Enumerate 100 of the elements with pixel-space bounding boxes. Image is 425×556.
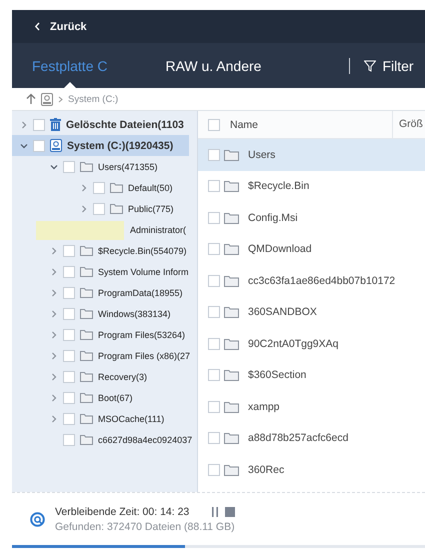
checkbox[interactable] <box>208 464 220 476</box>
file-row[interactable]: xampp <box>198 391 425 422</box>
checkbox[interactable] <box>93 202 105 214</box>
folder-icon <box>80 371 93 382</box>
file-name: a88d78b257acfc6ecd <box>248 432 348 444</box>
checkbox[interactable] <box>63 328 75 340</box>
tree-item[interactable]: Recovery(3) <box>12 366 197 387</box>
file-row[interactable]: Config.Msi <box>198 202 425 234</box>
tree-item[interactable]: c6627d98a4ec0924037 <box>12 429 197 450</box>
checkbox[interactable] <box>33 118 45 130</box>
checkbox[interactable] <box>208 432 220 444</box>
file-name: 360Rec <box>248 464 284 476</box>
file-row[interactable]: QMDownload <box>198 234 425 265</box>
checkbox[interactable] <box>208 180 220 192</box>
file-row[interactable]: Users <box>198 139 425 170</box>
checkbox[interactable] <box>63 286 75 298</box>
checkbox[interactable] <box>63 412 75 424</box>
chevron-icon[interactable] <box>50 414 58 422</box>
back-button[interactable]: Zurück <box>34 20 87 32</box>
pause-icon[interactable] <box>211 506 220 516</box>
checkbox[interactable] <box>208 212 220 224</box>
chevron-icon[interactable] <box>20 142 28 150</box>
file-row[interactable]: 360SANDBOX <box>198 296 425 328</box>
select-all-checkbox[interactable] <box>208 118 220 130</box>
tree-item[interactable]: Program Files(53264) <box>12 324 197 345</box>
file-name: $Recycle.Bin <box>248 180 310 192</box>
checkbox[interactable] <box>208 306 220 318</box>
checkbox[interactable] <box>63 350 75 362</box>
checkbox[interactable] <box>63 392 75 404</box>
checkbox[interactable] <box>63 370 75 382</box>
tree-label: Gelöschte Dateien(1103 <box>66 118 184 130</box>
stop-icon[interactable] <box>225 506 236 516</box>
folder-icon <box>80 350 93 361</box>
up-arrow-icon[interactable] <box>26 93 36 105</box>
tree-label: Public(775) <box>128 204 174 214</box>
file-name: cc3c63fa1ae86ed4bb07b10172 <box>248 274 396 287</box>
file-row[interactable]: 360Rec <box>198 454 425 486</box>
chevron-icon[interactable] <box>50 246 58 254</box>
checkbox[interactable] <box>93 182 105 194</box>
tree-item[interactable]: Program Files (x86)(27 <box>12 345 197 366</box>
chevron-icon[interactable] <box>50 162 58 170</box>
filter-button[interactable]: Filter <box>364 58 414 74</box>
chevron-icon[interactable] <box>50 268 58 276</box>
tab[interactable]: RAW u. Andere <box>165 43 262 88</box>
file-row[interactable]: a88d78b257acfc6ecd <box>198 422 425 454</box>
folder-icon <box>224 306 239 318</box>
tree-label: ProgramData(18955) <box>98 288 183 298</box>
chevron-icon[interactable] <box>50 310 58 318</box>
file-name: Users <box>248 148 276 161</box>
file-row[interactable]: cc3c63fa1ae86ed4bb07b10172 <box>198 265 425 296</box>
chevron-icon[interactable] <box>50 352 58 360</box>
folder-icon <box>80 308 93 319</box>
tree-item[interactable]: ProgramData(18955) <box>12 282 197 303</box>
chevron-icon[interactable] <box>50 288 58 296</box>
file-row[interactable]: 90C2ntA0Tgg9XAq <box>198 328 425 360</box>
checkbox[interactable] <box>33 140 45 152</box>
chevron-icon[interactable] <box>20 120 28 128</box>
file-name: QMDownload <box>248 243 312 256</box>
tree-item[interactable]: Windows(383134) <box>12 303 197 324</box>
column-header[interactable]: Name <box>230 118 382 130</box>
checkbox[interactable] <box>208 338 220 350</box>
checkbox[interactable] <box>208 243 220 256</box>
tree-label: Program Files(53264) <box>98 330 186 340</box>
tree-item[interactable]: System Volume Inform <box>12 261 197 282</box>
checkbox[interactable] <box>63 266 75 278</box>
checkbox[interactable] <box>63 160 75 172</box>
chevron-icon[interactable] <box>50 330 58 338</box>
filter-icon <box>364 60 376 72</box>
folder-icon <box>80 392 93 403</box>
tree-item[interactable]: System (C:)(1920435) <box>12 135 189 156</box>
checkbox[interactable] <box>208 274 220 287</box>
file-row[interactable]: $360Section <box>198 360 425 391</box>
column-header[interactable]: Größ <box>392 111 425 138</box>
checkbox[interactable] <box>63 244 75 256</box>
tree-item[interactable]: Default(50) <box>12 177 197 198</box>
tree-item[interactable]: Boot(67) <box>12 387 197 408</box>
checkbox[interactable] <box>63 308 75 320</box>
checkbox[interactable] <box>208 369 220 382</box>
tree-item[interactable]: Administrator( <box>12 219 197 240</box>
chevron-icon[interactable] <box>80 204 88 212</box>
folder-icon <box>224 243 239 256</box>
file-row[interactable]: $Recycle.Bin <box>198 170 425 202</box>
folder-icon <box>224 180 239 192</box>
folder-icon <box>80 161 93 172</box>
chevron-icon[interactable] <box>50 372 58 380</box>
chevron-icon[interactable] <box>50 394 58 402</box>
checkbox[interactable] <box>63 434 75 446</box>
tree-item[interactable]: Public(775) <box>12 198 197 219</box>
remaining-time: Verbleibende Zeit: 00: 14: 23 <box>55 506 190 518</box>
tree-item[interactable]: $Recycle.Bin(554079) <box>12 240 197 261</box>
tree-item[interactable]: MSOCache(111) <box>12 408 197 429</box>
folder-icon <box>224 400 239 413</box>
chevron-right-icon <box>58 96 63 102</box>
tree-item[interactable]: Gelöschte Dateien(1103 <box>12 114 197 135</box>
tree-label: Administrator( <box>130 224 186 234</box>
checkbox[interactable] <box>208 148 220 161</box>
tree-item[interactable]: Users(471355) <box>12 156 197 177</box>
tree-label: MSOCache(111) <box>98 414 164 424</box>
chevron-icon[interactable] <box>80 184 88 192</box>
checkbox[interactable] <box>208 400 220 413</box>
